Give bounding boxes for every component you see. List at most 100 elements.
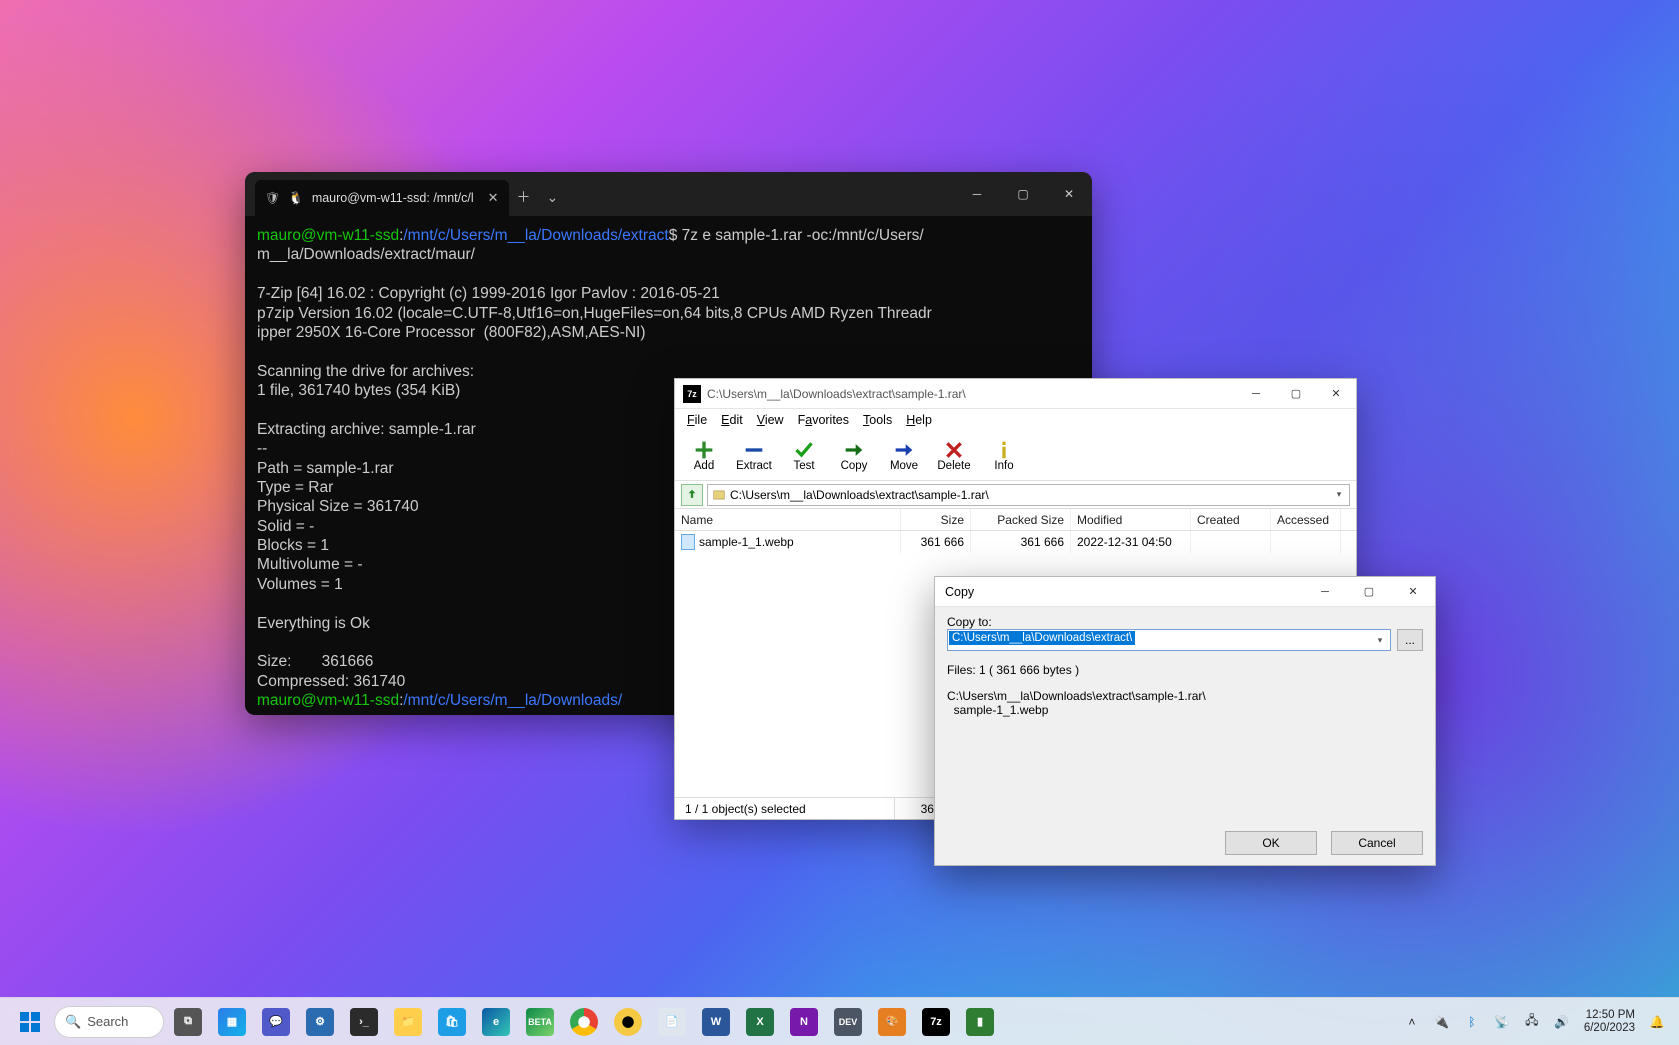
col-acc[interactable]: Accessed [1271,509,1341,530]
tray-usb-icon[interactable]: 🔌 [1428,1002,1456,1042]
app-teams[interactable]: 💬 [256,1002,296,1042]
tool-label: Delete [937,460,970,472]
new-tab-button[interactable]: ＋ [509,187,539,207]
copy-source-list: C:\Users\m__la\Downloads\extract\sample-… [947,689,1423,717]
app-settings[interactable]: ⚙ [300,1002,340,1042]
tray-chevron-icon[interactable]: ˄ [1398,1002,1426,1042]
col-size[interactable]: Size [901,509,971,530]
tux-icon: 🐧 [288,191,304,206]
up-folder-button[interactable] [681,484,703,506]
prompt-path: /mnt/c/Users/m__la/Downloads/extract [403,227,668,244]
app-excel[interactable]: X [740,1002,780,1042]
close-button[interactable]: ✕ [1046,172,1092,216]
clock[interactable]: 12:50 PM 6/20/2023 [1578,1009,1641,1034]
maximize-button[interactable]: ▢ [1000,172,1046,216]
tool-label: Add [694,460,714,472]
col-created[interactable]: Created [1191,509,1271,530]
cancel-button[interactable]: Cancel [1331,831,1423,855]
tool-label: Test [793,460,814,472]
address-field[interactable]: C:\Users\m__la\Downloads\extract\sample-… [707,484,1350,506]
tray-bluetooth-icon[interactable]: ᛒ [1458,1002,1486,1042]
copy-to-path: C:\Users\m__la\Downloads\extract\ [949,631,1135,645]
app-chrome-canary[interactable]: ⬤ [608,1002,648,1042]
app-devhome[interactable]: DEV [828,1002,868,1042]
tray-location-icon[interactable]: 📡 [1488,1002,1516,1042]
app-terminal[interactable]: ›_ [344,1002,384,1042]
combo-dropdown-icon[interactable]: ▾ [1372,632,1388,648]
copy-to-combo[interactable]: C:\Users\m__la\Downloads\extract\ ▾ [947,629,1391,651]
app-edge[interactable]: e [476,1002,516,1042]
sevenzip-titlebar: 7z C:\Users\m__la\Downloads\extract\samp… [675,379,1356,409]
terminal-tab-title: mauro@vm-w11-ssd: /mnt/c/l [312,191,474,205]
col-mod[interactable]: Modified [1071,509,1191,530]
taskbar-right: ˄ 🔌 ᛒ 📡 🖧 🔊 12:50 PM 6/20/2023 🔔 [1398,1002,1679,1042]
desktop: 🛡 🐧 mauro@vm-w11-ssd: /mnt/c/l ✕ ＋ ⌄ ─ ▢… [0,0,1679,1045]
app-widgets[interactable]: ▦ [212,1002,252,1042]
ok-button[interactable]: OK [1225,831,1317,855]
out-line: Everything is Ok [257,615,370,632]
close-button[interactable]: ✕ [1391,577,1435,607]
list-item[interactable]: sample-1_1.webp 361 666 361 666 2022-12-… [675,531,1356,553]
app-explorer[interactable]: 📁 [388,1002,428,1042]
app-word[interactable]: W [696,1002,736,1042]
file-created [1191,531,1271,553]
menu-edit[interactable]: Edit [715,411,749,429]
delete-x-icon [943,440,965,460]
menu-help[interactable]: Help [900,411,938,429]
tray-network-icon[interactable]: 🖧 [1518,1002,1546,1042]
browse-button[interactable]: ... [1397,629,1423,651]
tool-move[interactable]: Move [883,440,925,472]
maximize-button[interactable]: ▢ [1276,379,1316,409]
out-line: 1 file, 361740 bytes (354 KiB) [257,382,460,399]
out-line: Size: 361666 [257,653,373,670]
task-view-button[interactable]: ⧉ [168,1002,208,1042]
out-line: 7-Zip [64] 16.02 : Copyright (c) 1999-20… [257,285,720,302]
app-store[interactable]: 🛍 [432,1002,472,1042]
cmd-line-1: 7z e sample-1.rar -oc:/mnt/c/Users/ [682,227,924,244]
minimize-button[interactable]: ─ [1303,577,1347,607]
col-name[interactable]: Name [675,509,901,530]
tool-add[interactable]: Add [683,440,725,472]
tool-test[interactable]: Test [783,440,825,472]
app-generic[interactable]: ▮ [960,1002,1000,1042]
tab-close-icon[interactable]: ✕ [488,190,499,206]
copy-arrow-icon [843,440,865,460]
terminal-tab[interactable]: 🛡 🐧 mauro@vm-w11-ssd: /mnt/c/l ✕ [255,180,509,216]
copy-dialog: Copy ─ ▢ ✕ Copy to: C:\Users\m__la\Downl… [934,576,1436,866]
minimize-button[interactable]: ─ [1236,379,1276,409]
tool-delete[interactable]: Delete [933,440,975,472]
out-line: -- [257,440,267,457]
app-7zip[interactable]: 7z [916,1002,956,1042]
file-psize: 361 666 [971,531,1071,553]
tray-volume-icon[interactable]: 🔊 [1548,1002,1576,1042]
tool-extract[interactable]: Extract [733,440,775,472]
app-notepad[interactable]: 📄 [652,1002,692,1042]
menu-tools[interactable]: Tools [857,411,898,429]
menu-favorites[interactable]: Favorites [792,411,855,429]
address-dropdown-icon[interactable]: ▾ [1331,487,1347,503]
tool-label: Info [994,460,1013,472]
app-edge-beta[interactable]: BETA [520,1002,560,1042]
start-button[interactable] [10,1002,50,1042]
minus-icon [743,440,765,460]
menu-file[interactable]: File [681,411,713,429]
search-box[interactable]: 🔍 Search [54,1006,164,1038]
minimize-button[interactable]: ─ [954,172,1000,216]
sevenzip-title: C:\Users\m__la\Downloads\extract\sample-… [707,387,966,401]
app-chrome[interactable]: ⬤ [564,1002,604,1042]
tab-dropdown-button[interactable]: ⌄ [539,189,567,206]
col-psize[interactable]: Packed Size [971,509,1071,530]
app-onenote[interactable]: N [784,1002,824,1042]
prompt-user: mauro@vm-w11-ssd [257,227,399,244]
file-acc [1271,531,1341,553]
close-button[interactable]: ✕ [1316,379,1356,409]
tool-copy[interactable]: Copy [833,440,875,472]
maximize-button[interactable]: ▢ [1347,577,1391,607]
out-line: Multivolume = - [257,556,363,573]
tray-notifications-icon[interactable]: 🔔 [1643,1002,1671,1042]
app-paint[interactable]: 🎨 [872,1002,912,1042]
status-selected: 1 / 1 object(s) selected [675,798,895,819]
tool-info[interactable]: Info [983,440,1025,472]
sevenzip-menubar: File Edit View Favorites Tools Help [675,409,1356,431]
menu-view[interactable]: View [751,411,790,429]
